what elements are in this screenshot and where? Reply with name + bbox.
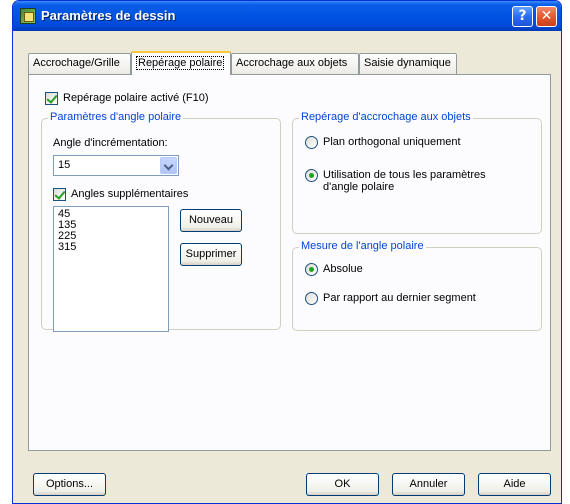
- all-polar-angles-label[interactable]: Utilisation de tous les paramètres d'ang…: [323, 169, 523, 193]
- angle-measure-group: Mesure de l'angle polaire Absolue Par ra…: [292, 240, 542, 331]
- polar-tracking-label[interactable]: Repérage polaire activé (F10): [63, 92, 209, 104]
- snap-tracking-title: Repérage d'accrochage aux objets: [299, 111, 473, 123]
- ok-button[interactable]: OK: [306, 473, 379, 496]
- list-item[interactable]: 315: [58, 242, 164, 253]
- angle-settings-group: Paramètres d'angle polaire Angle d'incré…: [41, 111, 281, 332]
- chevron-down-icon[interactable]: [160, 157, 177, 174]
- absolute-label[interactable]: Absolue: [323, 263, 363, 275]
- relative-last-segment-label[interactable]: Par rapport au dernier segment: [323, 292, 476, 304]
- tab-accrochage-grille[interactable]: Accrochage/Grille: [28, 53, 131, 74]
- tab-saisie-dynamique[interactable]: Saisie dynamique: [359, 53, 457, 74]
- cancel-button[interactable]: Annuler: [392, 473, 465, 496]
- increment-angle-select[interactable]: 15: [53, 155, 179, 176]
- window-title: Paramètres de dessin: [41, 8, 176, 23]
- angle-measure-title: Mesure de l'angle polaire: [299, 240, 426, 252]
- polar-tracking-checkbox[interactable]: [45, 92, 58, 105]
- increment-label: Angle d'incrémentation:: [53, 137, 168, 149]
- snap-tracking-group: Repérage d'accrochage aux objets Plan or…: [292, 111, 542, 234]
- close-icon[interactable]: ✕: [536, 6, 557, 27]
- relative-last-segment-radio[interactable]: [305, 292, 318, 305]
- additional-angles-list[interactable]: 45 135 225 315: [53, 206, 169, 332]
- app-icon: [20, 8, 36, 24]
- all-polar-angles-radio[interactable]: [305, 169, 318, 182]
- increment-angle-value: 15: [58, 159, 71, 171]
- tab-reperage-polaire[interactable]: Repérage polaire: [131, 51, 231, 75]
- options-button[interactable]: Options...: [33, 473, 106, 496]
- polar-tracking-panel: Repérage polaire activé (F10) Paramètres…: [28, 74, 551, 451]
- ortho-only-label[interactable]: Plan orthogonal uniquement: [323, 136, 461, 148]
- dialog-window: Paramètres de dessin ? ✕ Accrochage/Gril…: [12, 0, 562, 504]
- angle-settings-title: Paramètres d'angle polaire: [48, 111, 184, 123]
- ortho-only-radio[interactable]: [305, 136, 318, 149]
- title-bar[interactable]: Paramètres de dessin ? ✕: [13, 1, 561, 31]
- help-icon[interactable]: ?: [512, 6, 533, 27]
- tab-accrochage-objets[interactable]: Accrochage aux objets: [231, 53, 359, 74]
- delete-angle-button[interactable]: Supprimer: [180, 243, 242, 266]
- additional-angles-label[interactable]: Angles supplémentaires: [71, 188, 188, 200]
- help-button[interactable]: Aide: [478, 473, 551, 496]
- absolute-radio[interactable]: [305, 263, 318, 276]
- additional-angles-checkbox[interactable]: [53, 188, 66, 201]
- new-angle-button[interactable]: Nouveau: [180, 209, 242, 232]
